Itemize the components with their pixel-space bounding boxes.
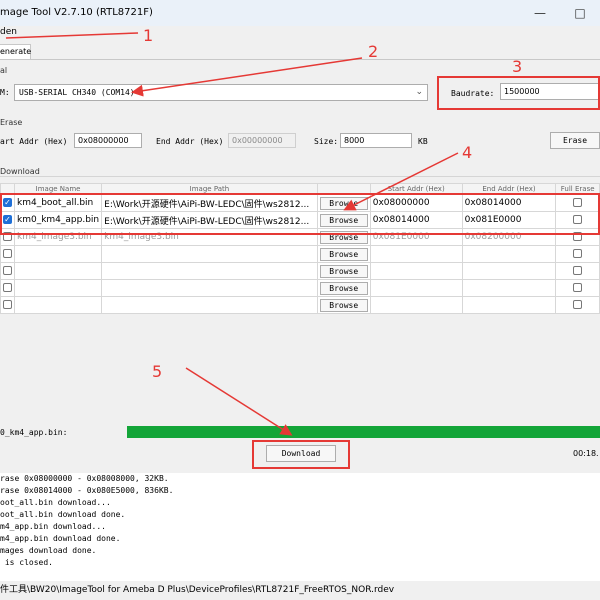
arrow-5 bbox=[185, 367, 293, 436]
arrow-1 bbox=[5, 32, 139, 39]
annotation-number-3: 3 bbox=[512, 57, 523, 76]
annotation-arrows bbox=[5, 32, 459, 436]
annotation-number-1: 1 bbox=[143, 26, 154, 45]
annotation-number-4: 4 bbox=[462, 143, 473, 162]
annotation-number-5: 5 bbox=[152, 362, 163, 381]
arrow-4 bbox=[343, 152, 459, 211]
arrow-2 bbox=[131, 57, 363, 97]
annotation-number-2: 2 bbox=[368, 42, 379, 61]
